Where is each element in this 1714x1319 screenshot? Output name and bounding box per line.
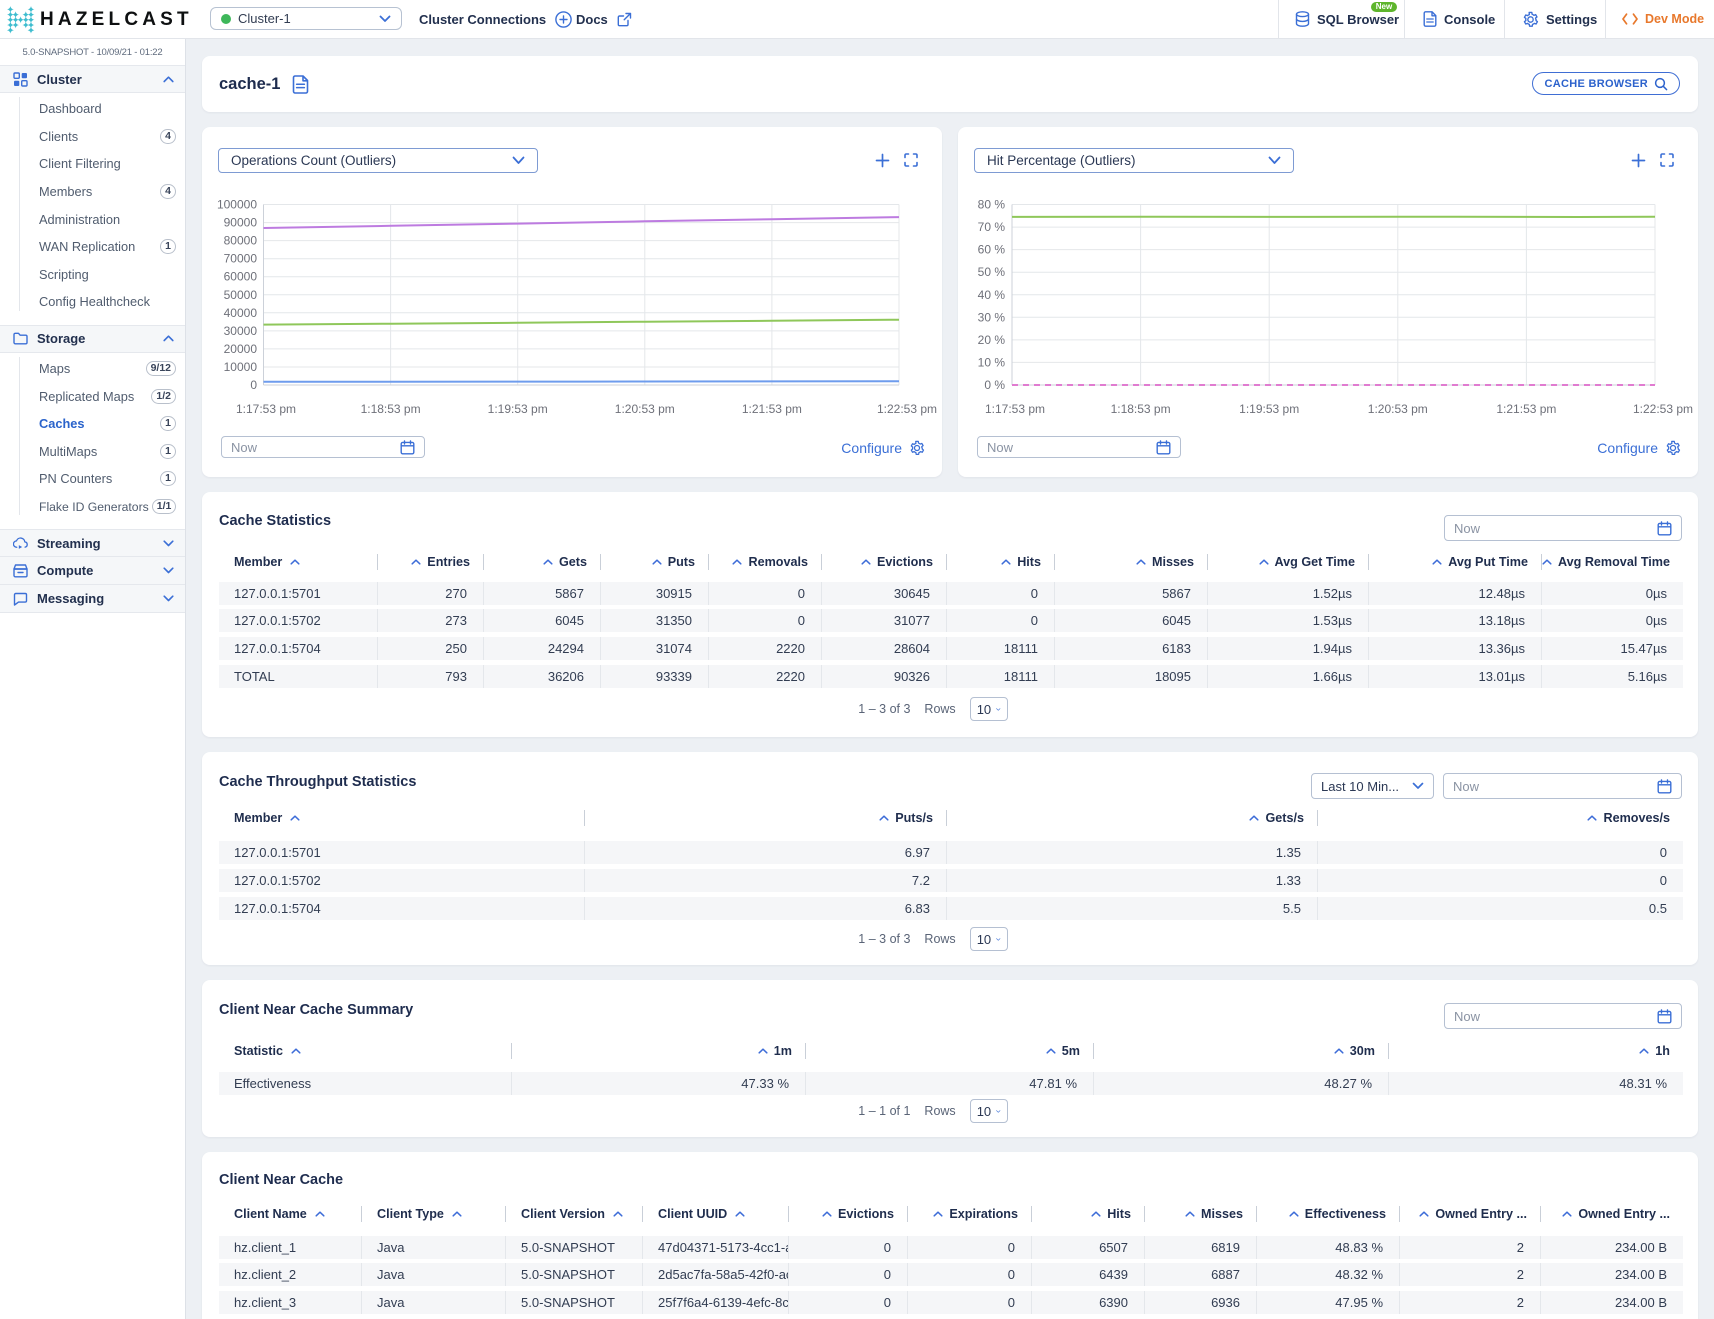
- svg-text:60 %: 60 %: [978, 243, 1006, 257]
- svg-text:1:19:53 pm: 1:19:53 pm: [1239, 402, 1299, 416]
- svg-text:1:19:53 pm: 1:19:53 pm: [488, 402, 548, 416]
- svg-text:1:17:53 pm: 1:17:53 pm: [236, 402, 296, 416]
- svg-text:1:18:53 pm: 1:18:53 pm: [1111, 402, 1171, 416]
- svg-text:90000: 90000: [224, 216, 258, 230]
- svg-text:1:22:53 pm: 1:22:53 pm: [1633, 402, 1693, 416]
- svg-text:1:18:53 pm: 1:18:53 pm: [361, 402, 421, 416]
- svg-text:70000: 70000: [224, 252, 258, 266]
- svg-text:70 %: 70 %: [978, 220, 1006, 234]
- svg-text:20000: 20000: [224, 342, 258, 356]
- svg-text:30000: 30000: [224, 324, 258, 338]
- svg-text:50000: 50000: [224, 288, 258, 302]
- svg-text:1:22:53 pm: 1:22:53 pm: [877, 402, 937, 416]
- svg-text:1:17:53 pm: 1:17:53 pm: [985, 402, 1045, 416]
- svg-text:80 %: 80 %: [978, 198, 1006, 212]
- svg-text:20 %: 20 %: [978, 333, 1006, 347]
- svg-text:0 %: 0 %: [984, 378, 1005, 392]
- svg-text:30 %: 30 %: [978, 310, 1006, 324]
- svg-text:10 %: 10 %: [978, 355, 1006, 369]
- svg-text:60000: 60000: [224, 270, 258, 284]
- svg-text:50 %: 50 %: [978, 265, 1006, 279]
- svg-text:1:21:53 pm: 1:21:53 pm: [1496, 402, 1556, 416]
- svg-text:40 %: 40 %: [978, 288, 1006, 302]
- svg-text:100000: 100000: [217, 198, 257, 212]
- svg-text:1:20:53 pm: 1:20:53 pm: [615, 402, 675, 416]
- svg-text:10000: 10000: [224, 360, 258, 374]
- svg-text:1:20:53 pm: 1:20:53 pm: [1368, 402, 1428, 416]
- svg-text:0: 0: [250, 378, 257, 392]
- svg-text:80000: 80000: [224, 234, 258, 248]
- svg-text:1:21:53 pm: 1:21:53 pm: [742, 402, 802, 416]
- svg-text:40000: 40000: [224, 306, 258, 320]
